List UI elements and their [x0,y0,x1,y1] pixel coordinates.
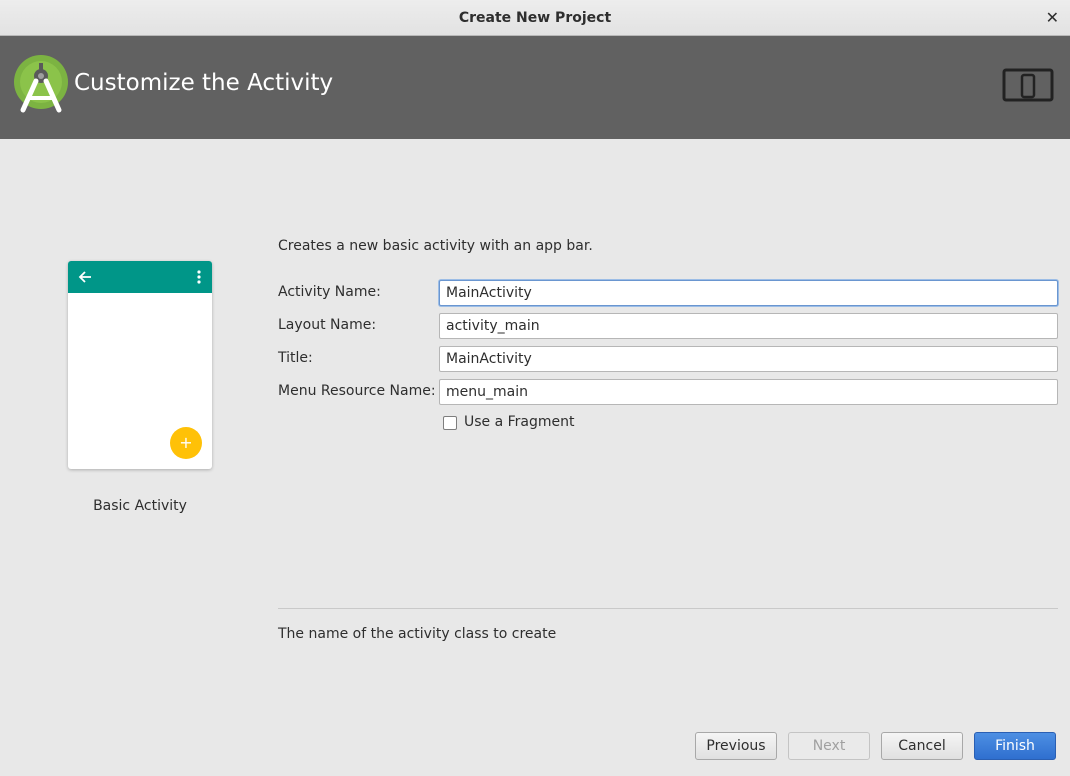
preview-app-bar [68,261,212,293]
overflow-menu-icon [197,270,201,284]
layout-name-label: Layout Name: [278,317,377,333]
help-text: The name of the activity class to create [278,626,557,642]
close-icon[interactable]: ✕ [1046,8,1059,28]
phone-tablet-icon[interactable] [1002,68,1054,104]
activity-preview: + [68,261,212,469]
activity-name-label: Activity Name: [278,284,381,300]
menu-resource-name-field[interactable] [439,379,1058,405]
page-heading: Customize the Activity [74,70,334,96]
layout-name-field[interactable] [439,313,1058,339]
activity-description: Creates a new basic activity with an app… [278,238,593,254]
title-field[interactable] [439,346,1058,372]
title-label: Title: [278,350,313,366]
next-button[interactable]: Next [788,732,870,760]
menu-resource-name-label: Menu Resource Name: [278,383,436,399]
use-fragment-label[interactable]: Use a Fragment [464,414,575,430]
cancel-button[interactable]: Cancel [881,732,963,760]
use-fragment-checkbox[interactable] [443,416,457,430]
back-arrow-icon [78,271,91,283]
preview-fab-icon: + [170,427,202,459]
android-studio-logo-icon [14,55,68,113]
preview-caption: Basic Activity [93,498,187,514]
previous-button[interactable]: Previous [695,732,777,760]
window-title: Create New Project [458,10,612,26]
finish-button[interactable]: Finish [974,732,1056,760]
header-banner: Customize the Activity [0,36,1070,139]
divider [278,608,1058,609]
activity-name-field[interactable] [439,280,1058,306]
window-titlebar: Create New Project ✕ [0,0,1070,36]
